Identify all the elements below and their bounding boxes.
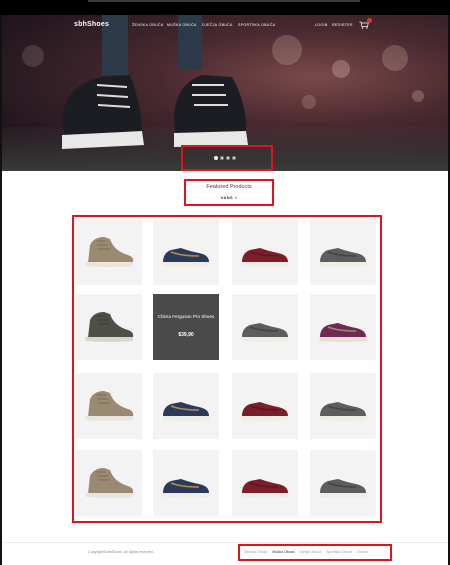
highlight-box-footer-links xyxy=(238,544,392,561)
logo[interactable]: sbhShoes xyxy=(74,21,109,28)
browser-top-strip xyxy=(0,0,450,15)
highlight-box-slider-dots xyxy=(181,145,273,171)
main-nav: sbhShoes ŽENSKA OBUĆA MUŠKA OBUĆA DJEČJA… xyxy=(2,15,448,37)
login-link[interactable]: LOGIN xyxy=(315,23,328,27)
highlight-box-featured xyxy=(184,179,274,206)
nav-djecja-obuca[interactable]: DJEČJA OBUĆA xyxy=(202,23,233,27)
nav-sportska-obuca[interactable]: SPORTSKA OBUĆA xyxy=(238,23,275,27)
footer-copyright: Copyright©sbhShoes. All rights reserved. xyxy=(88,550,154,554)
highlight-box-product-grid xyxy=(72,215,382,523)
nav-muska-obuca[interactable]: MUŠKA OBUĆA xyxy=(167,23,197,27)
footer-divider xyxy=(2,542,448,543)
cart-count-badge xyxy=(367,18,372,23)
register-link[interactable]: REGISTER xyxy=(332,23,353,27)
nav-zenska-obuca[interactable]: ŽENSKA OBUĆA xyxy=(132,23,164,27)
top-strip-bar xyxy=(88,0,360,2)
